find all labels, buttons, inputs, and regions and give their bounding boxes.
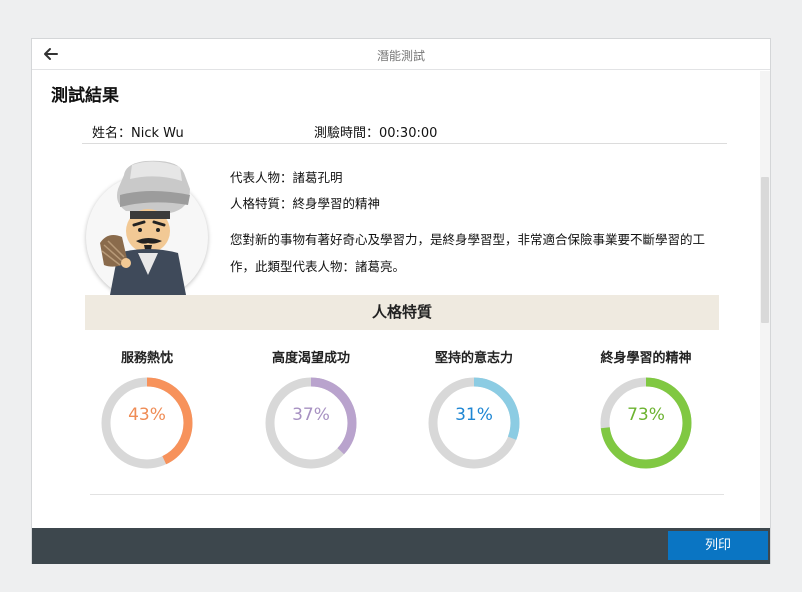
representative-person: 代表人物：諸葛孔明 [230,170,343,185]
print-button[interactable]: 列印 [668,531,768,560]
gauge-percent: 31% [455,405,493,425]
gauge-label: 堅持的意志力 [434,351,513,366]
character-info: 代表人物：諸葛孔明 人格特質：終身學習的精神 您對新的事物有著好奇心及學習力，是… [230,165,725,280]
app-window: 潛能測試 測試結果 姓名：Nick Wu 測驗時間：00:30:00 代表人物：… [31,38,771,564]
gauge-label: 服務熱忱 [120,351,173,366]
test-info: 姓名：Nick Wu 測驗時間：00:30:00 [92,122,437,141]
gauge-label: 高度渴望成功 [271,351,350,366]
personality-trait: 人格特質：終身學習的精神 [230,196,381,211]
gauge-label: 終身學習的精神 [600,351,692,366]
page-title: 測試結果 [51,86,119,106]
window-title: 潛能測試 [376,49,425,63]
scrollbar-thumb[interactable] [761,177,769,323]
traits-header-title: 人格特質 [371,303,432,321]
user-name: 姓名：Nick Wu [92,126,184,141]
gauge-service-passion: 服務熱忱 43% [82,347,212,473]
gauge-percent: 73% [627,405,665,425]
vertical-scrollbar[interactable] [760,71,770,528]
divider [90,494,724,495]
test-time: 測驗時間：00:30:00 [314,126,438,141]
zhuge-liang-avatar [100,160,190,295]
gauge-lifelong-learning: 終身學習的精神 73% [581,347,711,473]
gauge-desire-success: 高度渴望成功 37% [246,347,376,473]
character-avatar [86,160,208,300]
traits-header: 人格特質 [85,295,719,330]
gauge-perseverance: 堅持的意志力 31% [409,347,539,473]
footer-bar: 列印 [32,528,770,564]
gauge-percent: 43% [128,405,166,425]
content-area: 測試結果 姓名：Nick Wu 測驗時間：00:30:00 代表人物：諸葛孔明 … [32,71,762,528]
character-description: 您對新的事物有著好奇心及學習力，是終身學習型，非常適合保險事業要不斷學習的工作，… [230,232,706,274]
divider [82,143,727,144]
gauge-percent: 37% [292,405,330,425]
title-bar: 潛能測試 [32,39,770,70]
